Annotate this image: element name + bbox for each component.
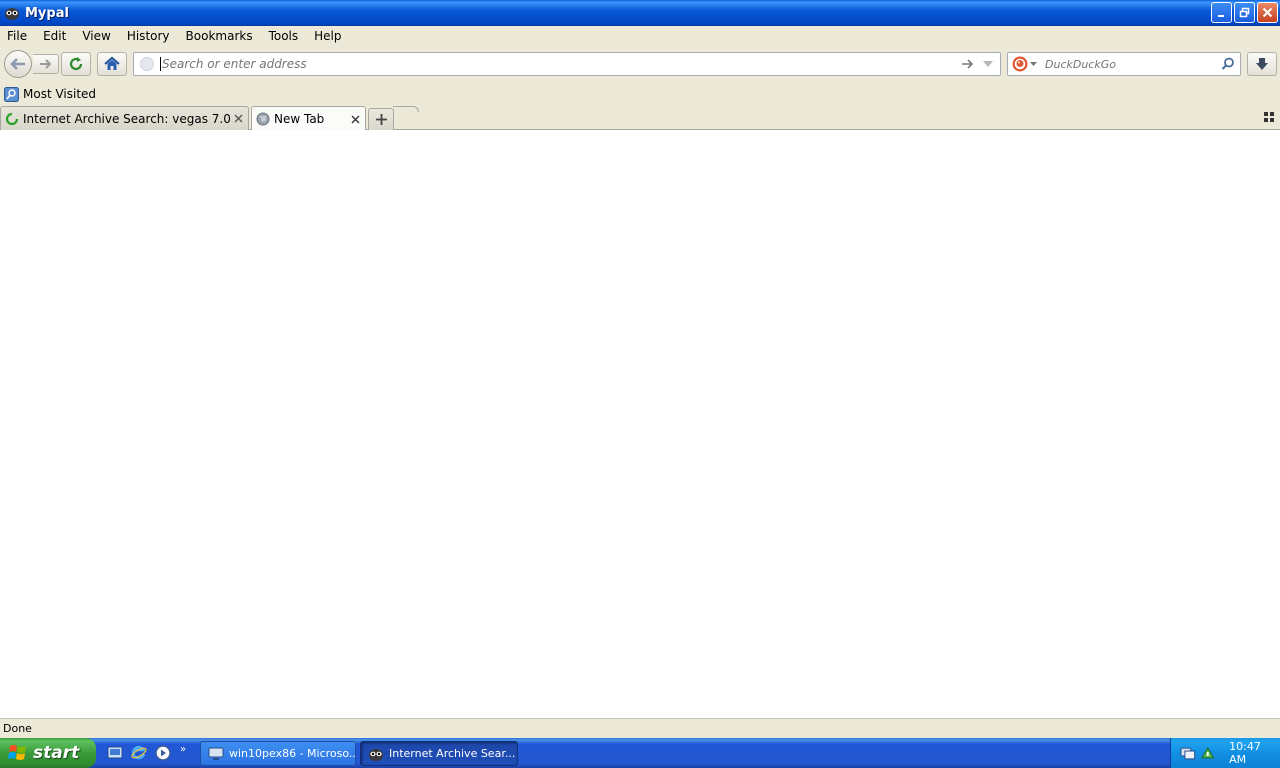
menu-file[interactable]: File xyxy=(7,29,27,43)
tab-label: New Tab xyxy=(274,112,325,126)
window-controls xyxy=(1211,2,1278,23)
forward-arrow-icon xyxy=(39,59,51,69)
search-bar[interactable] xyxy=(1007,52,1241,76)
close-icon xyxy=(351,115,359,123)
bookmark-label: Most Visited xyxy=(23,87,97,101)
search-engine-dropdown-icon[interactable] xyxy=(1030,61,1037,67)
minimize-icon xyxy=(1218,15,1224,17)
duckduckgo-icon[interactable] xyxy=(1012,56,1028,72)
loading-spinner-icon xyxy=(5,112,19,125)
quick-launch: » xyxy=(106,744,186,762)
tab-internet-archive[interactable]: Internet Archive Search: vegas 7.0 xyxy=(0,106,249,130)
restore-button[interactable] xyxy=(1234,2,1255,23)
reload-icon xyxy=(69,57,83,71)
go-arrow-icon xyxy=(962,59,974,69)
menu-tools[interactable]: Tools xyxy=(269,29,299,43)
start-button[interactable]: start xyxy=(0,738,96,768)
menu-bar: File Edit View History Bookmarks Tools H… xyxy=(0,26,1280,46)
system-tray: 10:47 AM xyxy=(1170,738,1280,768)
grid-cell xyxy=(1264,118,1268,122)
menu-edit[interactable]: Edit xyxy=(43,29,66,43)
minimize-button[interactable] xyxy=(1211,2,1232,23)
go-button[interactable] xyxy=(960,56,976,72)
reload-button[interactable] xyxy=(61,52,91,76)
window-titlebar[interactable]: Mypal xyxy=(0,0,1280,26)
mypal-logo-icon xyxy=(369,748,383,761)
forward-button[interactable] xyxy=(33,54,59,74)
close-window-button[interactable] xyxy=(1257,2,1278,23)
status-text: Done xyxy=(3,722,32,735)
address-input[interactable] xyxy=(160,57,960,71)
magnifier-icon xyxy=(1221,57,1234,70)
home-icon xyxy=(104,56,120,70)
taskbar-item-win10pex86[interactable]: win10pex86 - Microso... xyxy=(200,741,356,766)
network-icon[interactable] xyxy=(1180,745,1196,761)
back-arrow-icon xyxy=(10,58,25,70)
url-history-dropdown[interactable] xyxy=(980,56,996,72)
windows-logo-icon xyxy=(8,745,26,760)
plus-icon xyxy=(375,114,387,125)
grid-cell xyxy=(1270,118,1274,122)
window-title: Mypal xyxy=(25,5,69,21)
close-icon xyxy=(234,114,242,123)
address-bar[interactable] xyxy=(133,52,1001,76)
chevron-down-icon xyxy=(983,61,993,67)
restore-icon xyxy=(1239,7,1250,18)
downloads-button[interactable] xyxy=(1247,52,1277,76)
tab-strip-decoration xyxy=(393,106,419,112)
tab-strip: Internet Archive Search: vegas 7.0 New T… xyxy=(0,105,1280,131)
windows-taskbar: start » win10pex86 - Microso... Internet… xyxy=(0,738,1280,768)
home-button[interactable] xyxy=(97,52,127,76)
globe-icon xyxy=(256,112,270,126)
page-content[interactable] xyxy=(0,130,1280,718)
taskbar-item-internet-archive[interactable]: Internet Archive Sear... xyxy=(360,741,518,766)
tab-label: Internet Archive Search: vegas 7.0 xyxy=(23,111,230,126)
most-visited-folder-icon xyxy=(4,86,19,102)
search-button[interactable] xyxy=(1220,56,1236,72)
menu-help[interactable]: Help xyxy=(314,29,341,43)
tab-new-tab[interactable]: New Tab xyxy=(251,106,366,131)
close-icon xyxy=(1262,7,1273,18)
task-label: win10pex86 - Microso... xyxy=(229,747,356,760)
computer-icon xyxy=(208,747,224,760)
menu-bookmarks[interactable]: Bookmarks xyxy=(186,29,253,43)
mypal-logo-icon xyxy=(5,8,19,20)
bookmark-most-visited[interactable]: Most Visited xyxy=(4,86,97,102)
navigation-toolbar xyxy=(0,48,1280,80)
download-icon xyxy=(1256,58,1268,70)
menu-view[interactable]: View xyxy=(82,29,110,43)
tab-list-button[interactable] xyxy=(1264,112,1274,122)
site-identity-icon[interactable] xyxy=(140,57,154,71)
safely-remove-hardware-icon[interactable] xyxy=(1200,745,1216,761)
grid-cell xyxy=(1270,112,1274,116)
show-desktop-icon[interactable] xyxy=(106,744,124,762)
status-bar: Done xyxy=(0,718,1280,738)
task-label: Internet Archive Sear... xyxy=(389,747,516,760)
internet-explorer-icon[interactable] xyxy=(130,744,148,762)
clock[interactable]: 10:47 AM xyxy=(1229,740,1280,766)
search-input[interactable] xyxy=(1045,57,1220,71)
back-forward-group xyxy=(4,50,62,78)
tab-close-button[interactable] xyxy=(230,111,246,127)
tab-close-button[interactable] xyxy=(347,111,363,127)
bookmarks-toolbar: Most Visited xyxy=(0,84,1280,104)
back-button[interactable] xyxy=(4,50,32,78)
media-player-icon[interactable] xyxy=(154,744,172,762)
menu-history[interactable]: History xyxy=(127,29,170,43)
new-tab-button[interactable] xyxy=(368,108,394,130)
grid-cell xyxy=(1264,112,1268,116)
quick-launch-more-icon[interactable]: » xyxy=(180,744,186,755)
start-label: start xyxy=(33,743,80,763)
